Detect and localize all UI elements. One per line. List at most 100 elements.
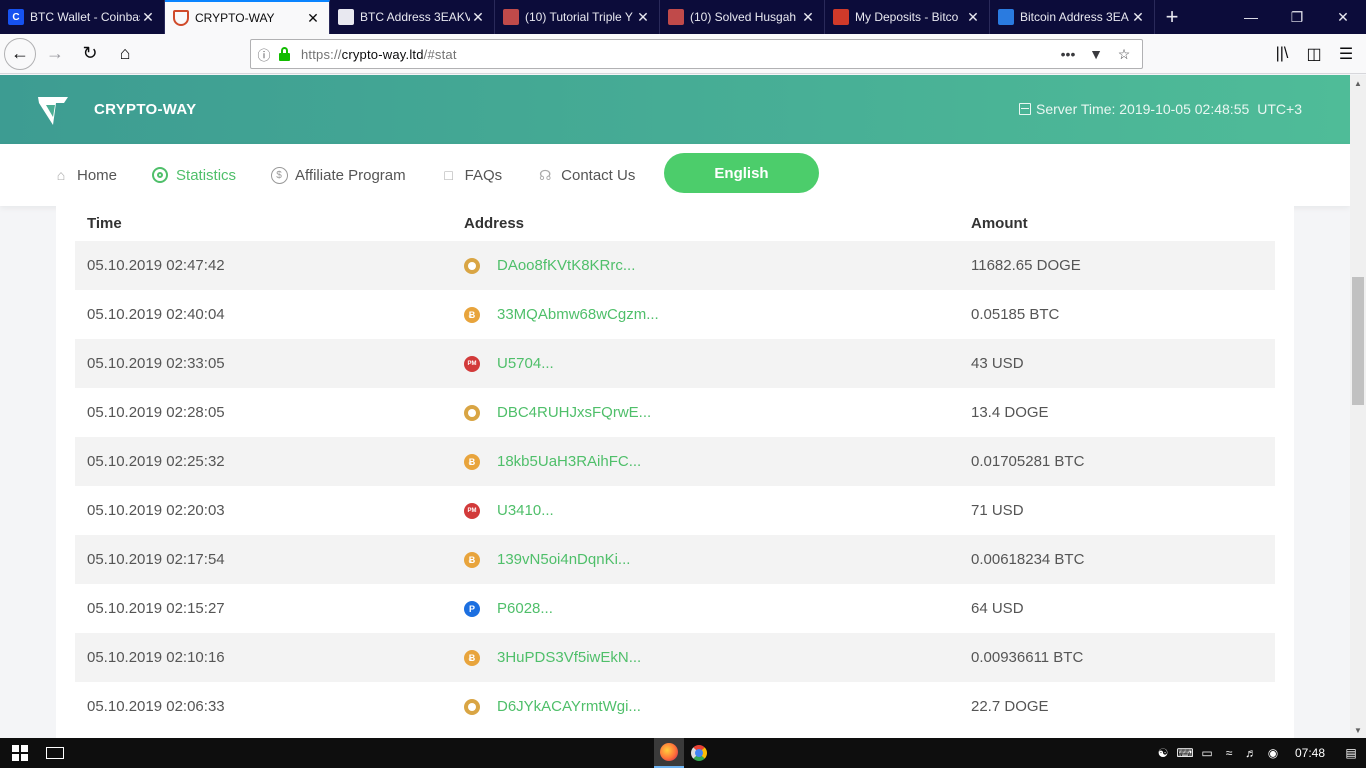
browser-tab[interactable]: CRYPTO-WAY ✕ (165, 0, 330, 34)
taskbar-firefox[interactable] (654, 738, 684, 768)
table-row: 05.10.2019 02:17:54 Ƀ 139vN5oi4nDqnKi... 0.… (75, 535, 1275, 584)
site-header: CRYPTO-WAY Server Time: 2019-10-05 02:48… (0, 75, 1350, 144)
taskbar-clock[interactable]: 07:48 (1284, 746, 1336, 760)
cell-address-link[interactable]: D6JYkACAYrmtWgi... (497, 698, 641, 715)
menu-item-home[interactable]: ⌂ Home (52, 166, 117, 184)
browser-tab[interactable]: (10) Tutorial Triple Y ✕ (495, 0, 660, 34)
cell-address-link[interactable]: 33MQAbmw68wCgzm... (497, 306, 659, 323)
page-scrollbar[interactable]: ▲ ▼ (1350, 75, 1366, 738)
cell-address-link[interactable]: P6028... (497, 600, 553, 617)
cell-time: 05.10.2019 02:20:03 (87, 502, 225, 519)
input-method-icon[interactable]: ⌨ (1174, 738, 1196, 768)
hamburger-menu-icon[interactable]: ☰ (1330, 38, 1362, 70)
close-window-button[interactable]: ✕ (1320, 0, 1366, 34)
pocket-icon[interactable]: ▼ (1082, 43, 1110, 65)
tab-label: BTC Wallet - Coinbase (30, 10, 140, 24)
tab-label: My Deposits - Bitco (855, 10, 959, 24)
reload-button[interactable]: ↻ (74, 38, 106, 70)
info-icon[interactable]: ⓘ (251, 45, 277, 64)
home-button[interactable]: ⌂ (109, 38, 141, 70)
task-view-button[interactable] (42, 738, 68, 768)
tab-close-icon[interactable]: ✕ (470, 9, 486, 26)
cell-amount: 11682.65 DOGE (971, 257, 1081, 274)
tab-favicon-icon (338, 9, 354, 25)
tab-close-icon[interactable]: ✕ (1130, 9, 1146, 26)
battery-icon[interactable]: ▭ (1196, 738, 1218, 768)
cell-time: 05.10.2019 02:10:16 (87, 649, 225, 666)
cell-address-link[interactable]: DAoo8fKVtK8KRrc... (497, 257, 635, 274)
cell-address-link[interactable]: 18kb5UaH3RAihFC... (497, 453, 641, 470)
volume-icon[interactable]: ♬ (1240, 738, 1262, 768)
minimize-button[interactable]: — (1228, 0, 1274, 34)
browser-tab[interactable]: My Deposits - Bitco ✕ (825, 0, 990, 34)
menu-item-contact[interactable]: ☊ Contact Us (536, 166, 635, 184)
cell-address-link[interactable]: 139vN5oi4nDqnKi... (497, 551, 630, 568)
tab-close-icon[interactable]: ✕ (800, 9, 816, 26)
browser-toolbar: ← → ↻ ⌂ ⓘ https://crypto-way.ltd/#stat •… (0, 34, 1366, 74)
cell-time: 05.10.2019 02:25:32 (87, 453, 225, 470)
lock-icon[interactable] (277, 47, 293, 61)
doge-coin-icon (464, 404, 480, 421)
scroll-down-arrow-icon[interactable]: ▼ (1350, 722, 1366, 738)
firefox-icon (660, 743, 678, 761)
btc-coin-icon: Ƀ (464, 551, 480, 568)
server-time-label: Server Time: (1036, 101, 1116, 117)
btc-coin-icon: Ƀ (464, 649, 480, 666)
notification-icon[interactable]: ▤ (1336, 746, 1366, 760)
browser-tab[interactable]: C BTC Wallet - Coinbase ✕ (0, 0, 165, 34)
language-indicator-icon[interactable]: ◉ (1262, 738, 1284, 768)
page-actions-icon[interactable]: ••• (1054, 43, 1082, 65)
tab-favicon-icon (668, 9, 684, 25)
toolbar-right: ||\ ◫ ☰ (1266, 38, 1362, 70)
cell-time: 05.10.2019 02:47:42 (87, 257, 225, 274)
sidebar-icon[interactable]: ◫ (1298, 38, 1330, 70)
scroll-up-arrow-icon[interactable]: ▲ (1350, 75, 1366, 91)
library-icon[interactable]: ||\ (1266, 38, 1298, 70)
back-button[interactable]: ← (4, 37, 36, 70)
headset-icon: ☊ (538, 166, 552, 183)
tab-close-icon[interactable]: ✕ (965, 9, 981, 26)
maximize-button[interactable]: ❐ (1274, 0, 1320, 34)
table-row: 05.10.2019 02:15:27 P P6028... 64 USD (75, 584, 1275, 633)
tab-label: (10) Solved Husgah (690, 10, 797, 24)
table-row: 05.10.2019 02:06:33 D6JYkACAYrmtWgi... 22.… (75, 682, 1275, 731)
bookmark-star-icon[interactable]: ☆ (1110, 43, 1138, 65)
url-bar[interactable]: ⓘ https://crypto-way.ltd/#stat ••• ▼ ☆ (250, 39, 1143, 69)
cell-amount: 71 USD (971, 502, 1024, 519)
tab-favicon-icon (998, 9, 1014, 25)
menu-item-affiliate[interactable]: $ Affiliate Program (270, 166, 406, 184)
target-icon (151, 166, 169, 184)
people-icon[interactable]: ☯ (1152, 738, 1174, 768)
menu-item-statistics[interactable]: Statistics (151, 166, 236, 184)
browser-tab[interactable]: BTC Address 3EAKV ✕ (330, 0, 495, 34)
tab-close-icon[interactable]: ✕ (635, 9, 651, 26)
brand-name[interactable]: CRYPTO-WAY (94, 101, 196, 118)
site-nav: ⌂ Home Statistics $ Affiliate Program □ … (0, 144, 1350, 206)
scroll-thumb[interactable] (1352, 277, 1364, 405)
cell-amount: 0.00936611 BTC (971, 649, 1084, 666)
tab-close-icon[interactable]: ✕ (140, 9, 156, 26)
crypto-way-logo-icon[interactable] (36, 95, 70, 127)
cell-address-link[interactable]: 3HuPDS3Vf5iwEkN... (497, 649, 641, 666)
statistics-panel: Time Address Amount 05.10.2019 02:47:42 D… (56, 206, 1294, 738)
url-text[interactable]: https://crypto-way.ltd/#stat (301, 47, 457, 62)
cell-address-link[interactable]: DBC4RUHJxsFQrwE... (497, 404, 651, 421)
wifi-icon[interactable]: ≈ (1218, 738, 1240, 768)
taskbar-chrome[interactable] (684, 738, 714, 768)
language-button[interactable]: English (664, 153, 819, 193)
chrome-icon (691, 745, 707, 761)
browser-tab[interactable]: (10) Solved Husgah ✕ (660, 0, 825, 34)
start-button[interactable] (0, 738, 40, 768)
cell-address-link[interactable]: U3410... (497, 502, 554, 519)
cell-address-link[interactable]: U5704... (497, 355, 554, 372)
url-path: /#stat (423, 46, 457, 62)
browser-tab[interactable]: Bitcoin Address 3EA ✕ (990, 0, 1155, 34)
menu-item-faqs[interactable]: □ FAQs (440, 166, 502, 184)
new-tab-button[interactable]: + (1155, 0, 1189, 34)
header-amount: Amount (971, 214, 1028, 232)
forward-button[interactable]: → (39, 38, 71, 70)
window-controls: — ❐ ✕ (1228, 0, 1366, 34)
tab-close-icon[interactable]: ✕ (305, 10, 321, 27)
table-row: 05.10.2019 02:47:42 DAoo8fKVtK8KRrc... 116… (75, 241, 1275, 290)
table-row: 05.10.2019 02:10:16 Ƀ 3HuPDS3Vf5iwEkN... 0.… (75, 633, 1275, 682)
